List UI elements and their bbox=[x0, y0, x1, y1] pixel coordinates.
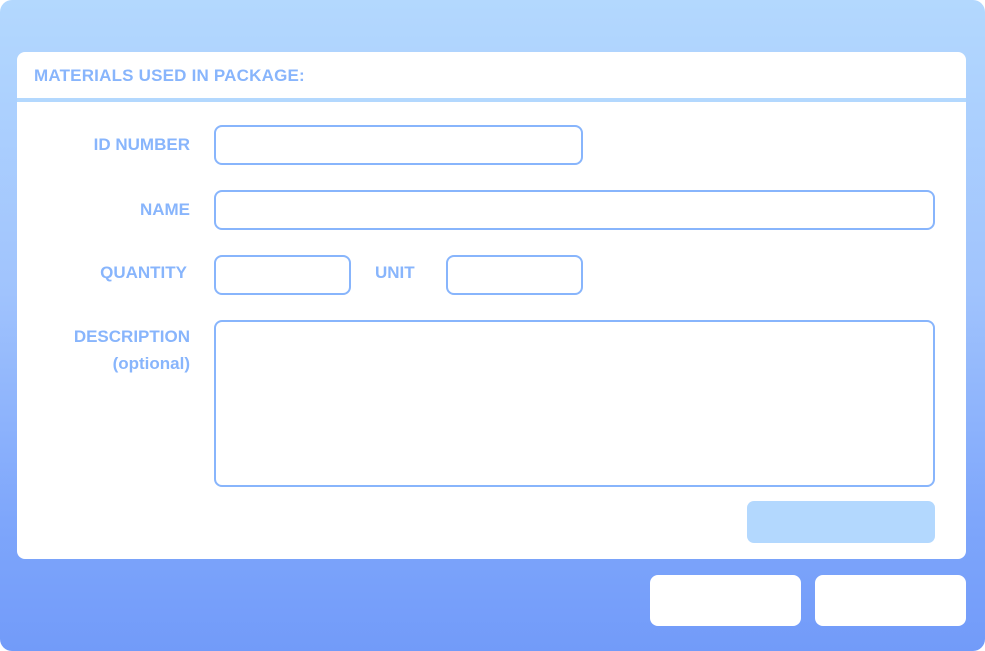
panel-header: MATERIALS USED IN PACKAGE: bbox=[17, 52, 966, 102]
description-textarea[interactable] bbox=[214, 320, 935, 487]
window: MATERIALS USED IN PACKAGE: ID NUMBER NAM… bbox=[0, 0, 985, 651]
quantity-label: QUANTITY bbox=[100, 263, 187, 282]
unit-label: UNIT bbox=[375, 263, 415, 282]
description-label-line1: DESCRIPTION bbox=[73, 327, 190, 346]
description-label-line2: (optional) bbox=[112, 354, 190, 373]
id-number-label: ID NUMBER bbox=[93, 135, 190, 154]
unit-input[interactable] bbox=[446, 255, 583, 295]
description-label: DESCRIPTION (optional) bbox=[47, 323, 190, 377]
materials-panel: MATERIALS USED IN PACKAGE: ID NUMBER NAM… bbox=[17, 52, 966, 559]
footer-right-button[interactable] bbox=[815, 575, 966, 626]
add-material-button[interactable] bbox=[747, 501, 935, 543]
panel-title: MATERIALS USED IN PACKAGE: bbox=[34, 66, 305, 85]
quantity-input[interactable] bbox=[214, 255, 351, 295]
name-input[interactable] bbox=[214, 190, 935, 230]
footer-left-button[interactable] bbox=[650, 575, 801, 626]
name-label: NAME bbox=[139, 200, 190, 219]
id-number-input[interactable] bbox=[214, 125, 583, 165]
